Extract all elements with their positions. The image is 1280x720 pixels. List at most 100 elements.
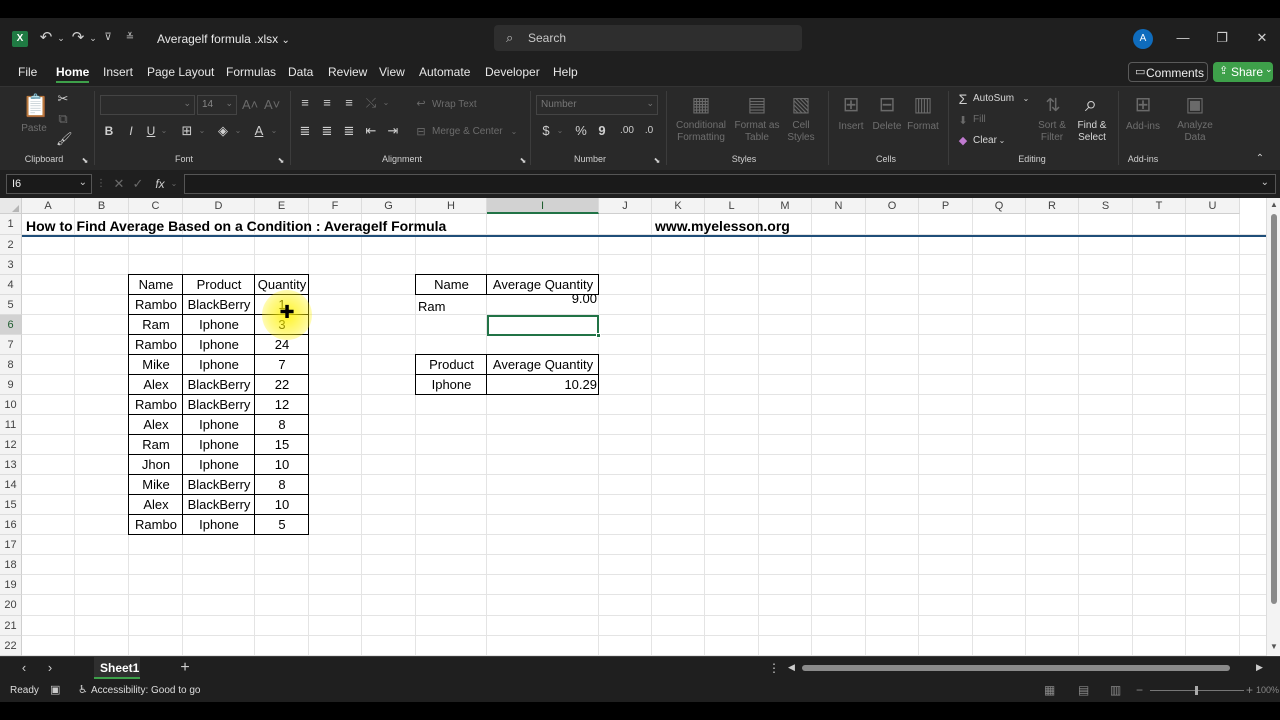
insert-function-icon[interactable]: fx [152, 176, 168, 192]
table-cell[interactable]: Iphone [183, 455, 255, 475]
restore-icon[interactable]: ❐ [1215, 30, 1229, 46]
align-center-icon[interactable]: ≣ [320, 123, 334, 139]
column-header-r[interactable]: R [1026, 198, 1079, 214]
clear-icon[interactable]: ◆ [956, 133, 970, 149]
autosum-icon[interactable]: Σ [956, 91, 970, 107]
undo-icon[interactable]: ↶ [38, 30, 54, 46]
cell-styles-label[interactable]: Cell Styles [782, 120, 820, 144]
tab-data[interactable]: Data [288, 65, 313, 79]
avg-product-header-right[interactable]: Average Quantity [487, 355, 599, 375]
accessibility-icon[interactable]: ♿ [78, 683, 88, 696]
tab-view[interactable]: View [379, 65, 405, 79]
align-left-icon[interactable]: ≣ [298, 123, 312, 139]
zoom-out-icon[interactable]: − [1136, 683, 1143, 697]
row-header-5[interactable]: 5 [0, 295, 22, 315]
column-header-c[interactable]: C [129, 198, 183, 214]
number-format-select[interactable]: Number ⌄ [536, 95, 658, 115]
table-cell[interactable]: Alex [129, 495, 183, 515]
table-cell[interactable]: 7 [255, 355, 309, 375]
share-button[interactable]: ⇪ Share ⌄ [1213, 62, 1273, 82]
row-header-15[interactable]: 15 [0, 495, 22, 515]
paste-icon[interactable]: 📋 [22, 93, 49, 119]
table-cell[interactable]: 10 [255, 455, 309, 475]
increase-indent-icon[interactable]: ⇥ [386, 123, 400, 139]
table-cell[interactable]: Alex [129, 415, 183, 435]
alignment-launcher-icon[interactable]: ⬊ [518, 153, 528, 169]
wrap-text-icon[interactable]: ↩ [414, 96, 428, 112]
row-header-3[interactable]: 3 [0, 255, 22, 275]
tab-file[interactable]: File [18, 65, 37, 79]
currency-icon[interactable]: $ [540, 123, 552, 139]
customize-toolbar-icon[interactable]: ⊽ [102, 30, 114, 46]
tab-help[interactable]: Help [553, 65, 578, 79]
format-painter-icon[interactable]: 🖌 [56, 131, 73, 147]
underline-icon[interactable]: U [145, 123, 157, 139]
row-header-20[interactable]: 20 [0, 595, 22, 616]
row-header-14[interactable]: 14 [0, 475, 22, 495]
comma-style-icon[interactable]: 9 [596, 123, 608, 139]
bold-icon[interactable]: B [103, 123, 115, 139]
tab-developer[interactable]: Developer [485, 65, 540, 79]
table-cell[interactable]: Mike [129, 475, 183, 495]
table-header-cell[interactable]: Name [129, 275, 183, 295]
row-header-21[interactable]: 21 [0, 616, 22, 636]
search-box[interactable]: ⌕ Search [494, 25, 802, 51]
sort-filter-label[interactable]: Sort & Filter [1034, 120, 1070, 144]
delete-cells-label[interactable]: Delete [868, 121, 906, 132]
website-link[interactable]: www.myelesson.org [655, 216, 790, 236]
fill-handle[interactable] [596, 333, 601, 338]
formula-input[interactable]: ⌄ [184, 174, 1276, 194]
column-header-s[interactable]: S [1079, 198, 1133, 214]
accessibility-status[interactable]: Accessibility: Good to go [91, 685, 201, 696]
merge-center-icon[interactable]: ⊟ [414, 124, 428, 140]
tab-review[interactable]: Review [328, 65, 367, 79]
row-header-9[interactable]: 9 [0, 375, 22, 395]
avg-product-result[interactable]: 10.29 [487, 375, 599, 395]
active-cell-i6[interactable] [487, 315, 599, 336]
font-color-icon[interactable]: A [252, 123, 266, 139]
decrease-indent-icon[interactable]: ⇤ [364, 123, 378, 139]
close-icon[interactable]: ✕ [1255, 30, 1269, 46]
minimize-icon[interactable]: — [1176, 30, 1190, 46]
zoom-level[interactable]: 100% [1256, 685, 1279, 695]
orientation-icon[interactable]: ⤯ [364, 95, 378, 111]
tab-automate[interactable]: Automate [419, 65, 470, 79]
table-cell[interactable]: 22 [255, 375, 309, 395]
sort-filter-icon[interactable]: ⇅ [1040, 93, 1066, 117]
font-size-select[interactable]: 14 ⌄ [197, 95, 237, 115]
macro-record-icon[interactable]: ▣ [50, 683, 60, 696]
fill-label[interactable]: Fill [973, 114, 986, 125]
name-box[interactable]: I6 ⌄ [6, 174, 92, 194]
table-cell[interactable]: BlackBerry [183, 375, 255, 395]
zoom-in-icon[interactable]: + [1246, 683, 1253, 697]
conditional-formatting-label[interactable]: Conditional Formatting [670, 120, 732, 144]
find-select-icon[interactable]: ⌕ [1078, 91, 1104, 117]
table-cell[interactable]: Iphone [183, 335, 255, 355]
column-header-e[interactable]: E [255, 198, 309, 214]
vertical-scroll-thumb[interactable] [1271, 214, 1277, 604]
row-header-10[interactable]: 10 [0, 395, 22, 415]
tab-formulas[interactable]: Formulas [226, 65, 276, 79]
column-header-o[interactable]: O [866, 198, 919, 214]
table-cell[interactable]: Rambo [129, 295, 183, 315]
number-launcher-icon[interactable]: ⬊ [652, 153, 662, 169]
cut-icon[interactable]: ✂ [56, 91, 70, 107]
clear-label[interactable]: Clear [973, 135, 997, 146]
zoom-slider[interactable] [1150, 686, 1244, 695]
sheet-tab-sheet1[interactable]: Sheet1 [94, 657, 140, 679]
row-header-2[interactable]: 2 [0, 235, 22, 255]
tab-home[interactable]: Home [56, 65, 90, 83]
conditional-formatting-icon[interactable]: ▦ [688, 93, 714, 117]
table-cell[interactable]: Alex [129, 375, 183, 395]
avg-name-header-left[interactable]: Name [416, 275, 487, 295]
column-header-f[interactable]: F [309, 198, 362, 214]
borders-dropdown-icon[interactable]: ⌄ [198, 123, 206, 139]
column-header-t[interactable]: T [1133, 198, 1186, 214]
row-header-22[interactable]: 22 [0, 636, 22, 656]
italic-icon[interactable]: I [125, 123, 137, 139]
column-header-a[interactable]: A [22, 198, 75, 214]
add-sheet-icon[interactable]: + [178, 660, 192, 676]
zoom-slider-thumb[interactable] [1195, 686, 1198, 695]
column-header-m[interactable]: M [759, 198, 812, 214]
row-header-18[interactable]: 18 [0, 555, 22, 575]
